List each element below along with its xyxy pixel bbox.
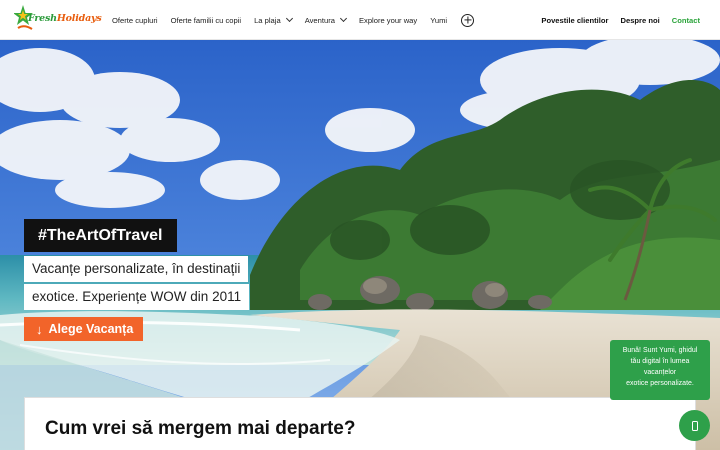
chevron-down-icon — [285, 14, 293, 23]
nav-item-explore[interactable]: Explore your way — [359, 16, 417, 25]
logo-text: FreshHolidays — [28, 13, 102, 24]
nav-povestile-clientilor[interactable]: Povestile clientilor — [541, 16, 608, 25]
logo[interactable]: FreshHolidays — [14, 4, 102, 34]
arrow-down-icon: ↓ — [36, 321, 43, 337]
chat-message-line-1: Bună! Sunt Yumi, ghidul — [622, 347, 698, 354]
hero-subtitle-line-1: Vacanțe personalizate, în destinații — [24, 256, 249, 282]
logo-text-holidays: Holidays — [56, 13, 102, 24]
section-title: Cum vrei să mergem mai departe? — [45, 418, 356, 439]
hero-subtitle-line-2: exotice. Experiențe WOW din 2011 — [24, 284, 250, 310]
hero-hashtag: #TheArtOfTravel — [24, 219, 178, 252]
nav-label: Oferte cupluri — [112, 15, 158, 25]
nav-item-yumi[interactable]: Yumi — [430, 16, 447, 25]
nav-contact[interactable]: Contact — [672, 16, 700, 25]
phone-icon — [691, 420, 698, 431]
nav-right: Povestile clientilor Despre noi Contact — [529, 0, 700, 40]
site-header: FreshHolidays Oferte cupluri Oferte fami… — [0, 0, 720, 40]
chat-message-line-3: vacanțelor — [643, 369, 677, 376]
nav-item-la-plaja[interactable]: La plaja — [254, 14, 293, 25]
nav-despre-noi[interactable]: Despre noi — [620, 16, 659, 25]
plus-circle-icon[interactable] — [461, 13, 475, 27]
chevron-down-icon — [339, 14, 347, 23]
main-nav: Oferte cupluri Oferte familii cu copii L… — [112, 0, 475, 40]
nav-label: Oferte familii cu copii — [170, 15, 242, 25]
nav-label: Explore your way — [358, 15, 418, 25]
chat-open-button[interactable] — [679, 410, 710, 441]
next-steps-panel: Cum vrei să mergem mai departe? — [24, 397, 696, 450]
nav-label: La plaja — [254, 15, 281, 25]
chat-message-line-2: tău digital în lumea — [630, 358, 690, 365]
nav-item-oferte-cupluri[interactable]: Oferte cupluri — [112, 16, 158, 25]
nav-item-aventura[interactable]: Aventura — [304, 14, 347, 25]
chat-message-line-4: exotice personalizate. — [626, 380, 694, 387]
alege-vacanta-button[interactable]: ↓ Alege Vacanța — [24, 317, 144, 341]
nav-label: Yumi — [430, 15, 448, 25]
nav-item-oferte-familii[interactable]: Oferte familii cu copii — [171, 16, 241, 25]
chat-greeting-bubble[interactable]: Bună! Sunt Yumi, ghidul tău digital în l… — [610, 340, 710, 400]
logo-text-fresh: Fresh — [28, 13, 57, 24]
nav-label: Aventura — [304, 15, 335, 25]
cta-label: Alege Vacanța — [48, 322, 134, 336]
